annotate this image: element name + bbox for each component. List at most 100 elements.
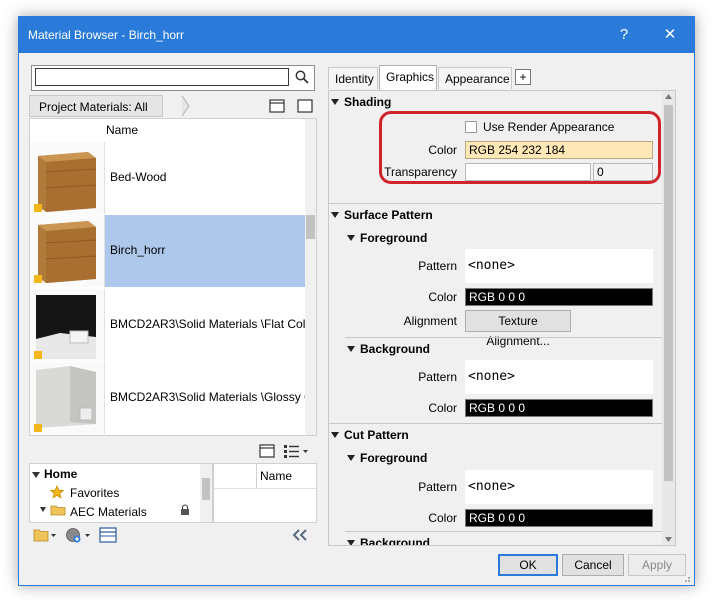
surface-bg-color-swatch[interactable]: RGB 0 0 0 — [465, 399, 653, 417]
section-cut-pattern[interactable]: Cut Pattern — [329, 423, 675, 445]
use-render-appearance-checkbox[interactable] — [465, 121, 477, 133]
alignment-label: Alignment — [403, 314, 457, 328]
subsection-title: Background — [360, 536, 431, 546]
asset-browser-icon[interactable] — [99, 527, 117, 543]
material-name: Bed-Wood — [110, 170, 167, 184]
section-title: Surface Pattern — [344, 208, 433, 222]
collapse-panel-icon[interactable] — [291, 529, 309, 541]
scroll-up-icon[interactable] — [665, 94, 672, 99]
section-title: Shading — [344, 95, 392, 109]
tree-scrollbar-thumb[interactable] — [202, 478, 210, 500]
list-item[interactable]: BMCD2AR3\Solid Materials \Glossy Color — [30, 362, 306, 434]
collapse-arrow-icon[interactable] — [32, 471, 40, 479]
create-material-icon[interactable] — [65, 526, 91, 544]
texture-alignment-button[interactable]: Texture Alignment... — [465, 310, 571, 348]
cut-fg-color-label: Color — [428, 511, 457, 525]
breadcrumb-bar: Project Materials: All — [29, 95, 317, 117]
collapse-arrow-icon — [347, 346, 355, 353]
collapse-arrow-icon — [347, 540, 355, 545]
cut-fg-pattern-field[interactable]: <none> — [465, 470, 653, 504]
transparency-value[interactable]: 0 — [593, 163, 653, 181]
material-thumbnail — [30, 142, 105, 214]
list-scrollbar-thumb[interactable] — [306, 215, 315, 239]
subsection-surface-foreground[interactable]: Foreground — [345, 227, 675, 249]
transparency-slider[interactable] — [465, 163, 591, 181]
material-name: Birch_horr — [110, 243, 166, 257]
graphics-properties-panel: Shading Use Render Appearance Color RGB … — [328, 90, 676, 546]
surface-fg-pattern-label: Pattern — [418, 259, 457, 273]
properties-scrollbar[interactable] — [662, 91, 675, 545]
add-tab-button[interactable]: + — [515, 69, 531, 85]
close-button[interactable]: ✕ — [650, 23, 690, 47]
tab-identity[interactable]: Identity — [328, 67, 378, 89]
help-button[interactable]: ? — [604, 23, 644, 47]
list-item-selected[interactable]: Birch_horr — [30, 215, 306, 287]
material-name: BMCD2AR3\Solid Materials \Flat Color — [110, 317, 306, 331]
section-surface-pattern[interactable]: Surface Pattern — [329, 203, 675, 225]
cut-fg-pattern-label: Pattern — [418, 480, 457, 494]
resize-grip-icon[interactable] — [681, 573, 691, 583]
panel-toggle-icon[interactable] — [259, 444, 275, 458]
cancel-button[interactable]: Cancel — [562, 554, 624, 576]
list-item[interactable]: Bed-Wood — [30, 142, 306, 214]
transparency-label: Transparency — [384, 165, 457, 179]
list-scrollbar[interactable] — [305, 119, 316, 435]
collapse-arrow-icon — [347, 235, 355, 242]
list-header-name: Name — [106, 123, 139, 137]
expand-arrow-icon[interactable] — [40, 507, 46, 513]
panel-toggle-icon[interactable] — [297, 99, 313, 113]
title-bar: Material Browser - Birch_horr ? ✕ — [19, 17, 694, 53]
column-divider — [256, 464, 257, 488]
header-separator — [214, 488, 316, 489]
library-toolbar — [29, 439, 317, 465]
tree-scrollbar[interactable] — [200, 464, 212, 522]
collapse-arrow-icon — [331, 212, 339, 219]
surface-fg-color-swatch[interactable]: RGB 0 0 0 — [465, 288, 653, 306]
properties-scrollbar-thumb[interactable] — [664, 105, 673, 481]
material-thumbnail — [30, 362, 105, 434]
tree-item-favorites[interactable]: Favorites — [70, 486, 119, 500]
surface-fg-color-label: Color — [428, 290, 457, 304]
list-item[interactable]: BMCD2AR3\Solid Materials \Flat Color — [30, 289, 306, 361]
subsection-title: Foreground — [360, 231, 428, 245]
library-tree: Home Favorites AEC Materials — [29, 463, 213, 523]
cut-fg-color-swatch[interactable]: RGB 0 0 0 — [465, 509, 653, 527]
view-toggle-icon[interactable] — [269, 99, 285, 113]
tree-item-home[interactable]: Home — [44, 467, 77, 481]
subsection-title: Background — [360, 342, 431, 356]
white-cube-icon — [34, 366, 96, 432]
library-folder-icon[interactable] — [33, 527, 57, 543]
material-thumbnail — [30, 289, 105, 361]
list-view-icon[interactable] — [283, 444, 309, 458]
surface-fg-pattern-field[interactable]: <none> — [465, 249, 653, 283]
wood-cube-icon — [34, 221, 97, 283]
lock-icon — [181, 504, 189, 515]
wood-cube-icon — [34, 152, 97, 212]
material-name: BMCD2AR3\Solid Materials \Glossy Color — [110, 390, 306, 404]
tab-appearance[interactable]: Appearance — [438, 67, 512, 89]
search-input[interactable] — [35, 68, 289, 86]
ok-button[interactable]: OK — [498, 554, 558, 576]
shading-color-label: Color — [428, 143, 457, 157]
library-list-header-name: Name — [260, 469, 293, 483]
collapse-arrow-icon — [331, 432, 339, 439]
window-title: Material Browser - Birch_horr — [28, 28, 185, 42]
tab-graphics[interactable]: Graphics — [379, 65, 437, 90]
black-cube-icon — [34, 295, 96, 359]
surface-bg-color-label: Color — [428, 401, 457, 415]
apply-button[interactable]: Apply — [628, 554, 686, 576]
subsection-surface-background[interactable]: Background — [345, 337, 675, 359]
breadcrumb-project-materials[interactable]: Project Materials: All — [29, 95, 163, 117]
scroll-down-icon[interactable] — [665, 537, 672, 542]
material-browser-window: Material Browser - Birch_horr ? ✕ Projec… — [18, 16, 695, 586]
subsection-cut-background[interactable]: Background — [345, 531, 675, 546]
surface-bg-pattern-field[interactable]: <none> — [465, 360, 653, 394]
search-bar — [31, 65, 315, 91]
shading-color-swatch[interactable]: RGB 254 232 184 — [465, 141, 653, 159]
library-list: Name — [213, 463, 317, 523]
section-shading[interactable]: Shading — [329, 91, 675, 113]
star-icon — [50, 485, 64, 499]
tree-item-aec-materials[interactable]: AEC Materials — [70, 505, 147, 519]
search-icon[interactable] — [294, 69, 310, 85]
subsection-cut-foreground[interactable]: Foreground — [345, 447, 675, 469]
